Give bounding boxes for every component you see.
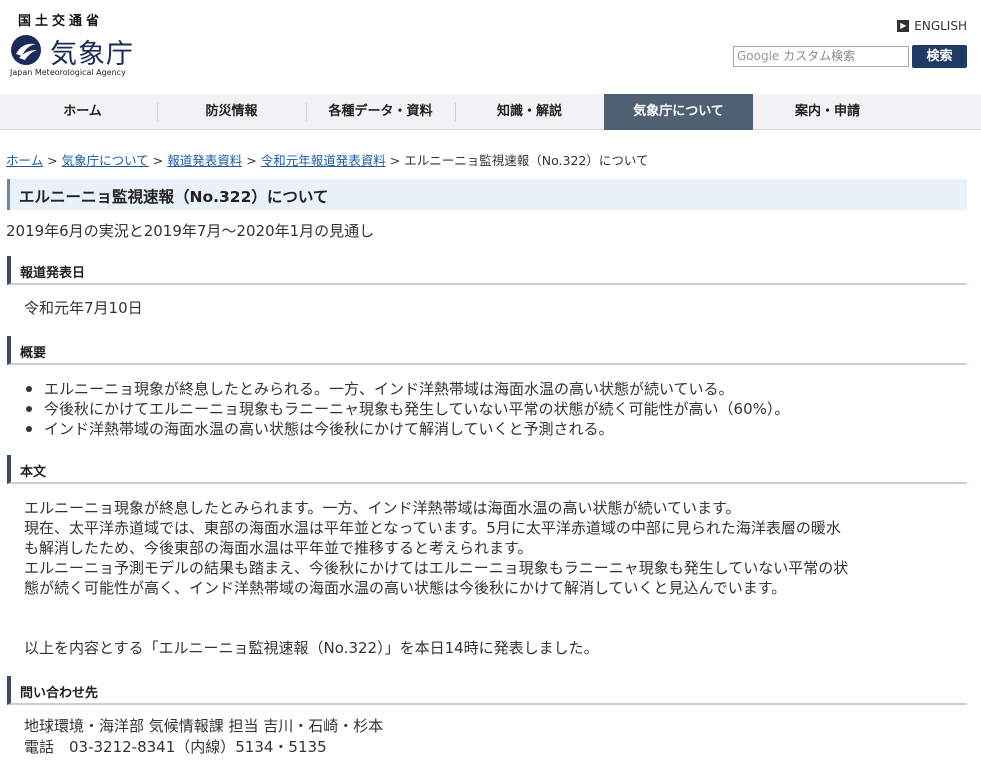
body-closing: 以上を内容とする「エルニーニョ監視速報（No.322）」を本日14時に発表しまし… [24, 639, 599, 657]
nav-item-disaster-info[interactable]: 防災情報 [157, 94, 306, 130]
section-heading-contact: 問い合わせ先 [7, 676, 967, 705]
breadcrumb-separator: > [389, 153, 401, 168]
contact-line: 地球環境・海洋部 気候情報課 担当 吉川・石崎・杉本 [24, 717, 384, 735]
search-placeholder: カスタム検索 [783, 49, 856, 63]
breadcrumb: ホーム > 気象庁について > 報道発表資料 > 令和元年報道発表資料 > エルニーニョ監視速報… [6, 150, 649, 169]
global-nav: ホーム 防災情報 各種データ・資料 知識・解説 気象庁について 案内・申請 [0, 94, 981, 130]
page-subtitle: 2019年6月の実況と2019年7月～2020年1月の見通し [6, 222, 375, 240]
section-heading-release-date: 報道発表日 [7, 256, 967, 285]
body-line: 態が続く可能性が高く、インド洋熱帯域の海面水温の高い状態は今後秋にかけて解消して… [24, 579, 787, 597]
nav-item-about[interactable]: 気象庁について [604, 94, 753, 130]
summary-list: エルニーニョ現象が終息したとみられる。一方、インド洋熱帯域は海面水温の高い状態が… [24, 379, 789, 439]
search-input[interactable]: Google カスタム検索 [733, 46, 909, 67]
section-heading-label: 概要 [20, 346, 47, 361]
english-link[interactable]: ▶ ENGLISH [897, 19, 967, 33]
release-date-value: 令和元年7月10日 [24, 299, 143, 317]
section-heading-label: 問い合わせ先 [20, 686, 99, 701]
contact-line: 電話 03-3212-8341（内線）5134・5135 [24, 738, 327, 756]
nav-item-guide[interactable]: 案内・申請 [753, 94, 902, 130]
page-title: エルニーニョ監視速報（No.322）について [19, 188, 329, 206]
breadcrumb-separator: > [47, 153, 58, 168]
list-item: インド洋熱帯域の海面水温の高い状態は今後秋にかけて解消していくと予測される。 [24, 419, 789, 439]
breadcrumb-separator: > [246, 153, 257, 168]
jma-logo[interactable]: 国土交通省 気象庁 Japan Meteorological Agency [8, 10, 138, 82]
search-google-label: Google [737, 49, 780, 63]
nav-item-knowledge[interactable]: 知識・解説 [455, 94, 604, 130]
english-link-label: ENGLISH [914, 19, 967, 33]
body-line: エルニーニョ予測モデルの結果も踏まえ、今後秋にかけてはエルニーニョ現象もラニーニ… [24, 559, 849, 577]
jma-emblem-icon [11, 35, 41, 65]
body-line: 現在、太平洋赤道域では、東部の海面水温は平年並となっています。5月に太平洋赤道域… [24, 519, 841, 537]
site-header: 国土交通省 気象庁 Japan Meteorological Agency ▶ … [0, 0, 981, 94]
body-line: も解消したため、今後東部の海面水温は平年並で推移すると考えられます。 [24, 539, 533, 557]
breadcrumb-separator: > [152, 153, 164, 168]
section-heading-label: 報道発表日 [20, 266, 86, 281]
nav-item-home[interactable]: ホーム [8, 94, 157, 130]
agency-name: 気象庁 [50, 39, 134, 70]
list-item: エルニーニョ現象が終息したとみられる。一方、インド洋熱帯域は海面水温の高い状態が… [24, 379, 789, 399]
breadcrumb-link-home[interactable]: ホーム [6, 153, 43, 168]
ministry-name: 国土交通省 [18, 14, 104, 29]
breadcrumb-current: エルニーニョ監視速報（No.322）について [404, 153, 649, 168]
list-item: 今後秋にかけてエルニーニョ現象もラニーニャ現象も発生していない平常の状態が続く可… [24, 399, 789, 419]
search-area: Google カスタム検索 検索 [733, 45, 967, 68]
page-title-bar: エルニーニョ監視速報（No.322）について [7, 179, 967, 210]
nav-item-data[interactable]: 各種データ・資料 [306, 94, 455, 130]
breadcrumb-link-about[interactable]: 気象庁について [62, 153, 149, 168]
play-arrow-icon: ▶ [897, 20, 910, 32]
agency-name-en: Japan Meteorological Agency [10, 68, 126, 77]
breadcrumb-link-press[interactable]: 報道発表資料 [167, 153, 242, 168]
section-heading-summary: 概要 [7, 336, 967, 365]
section-heading-body: 本文 [7, 455, 967, 484]
body-line: エルニーニョ現象が終息したとみられます。一方、インド洋熱帯域は海面水温の高い状態… [24, 499, 741, 517]
breadcrumb-link-reiwa-press[interactable]: 令和元年報道発表資料 [261, 153, 386, 168]
search-button[interactable]: 検索 [912, 45, 967, 68]
section-heading-label: 本文 [20, 465, 47, 480]
